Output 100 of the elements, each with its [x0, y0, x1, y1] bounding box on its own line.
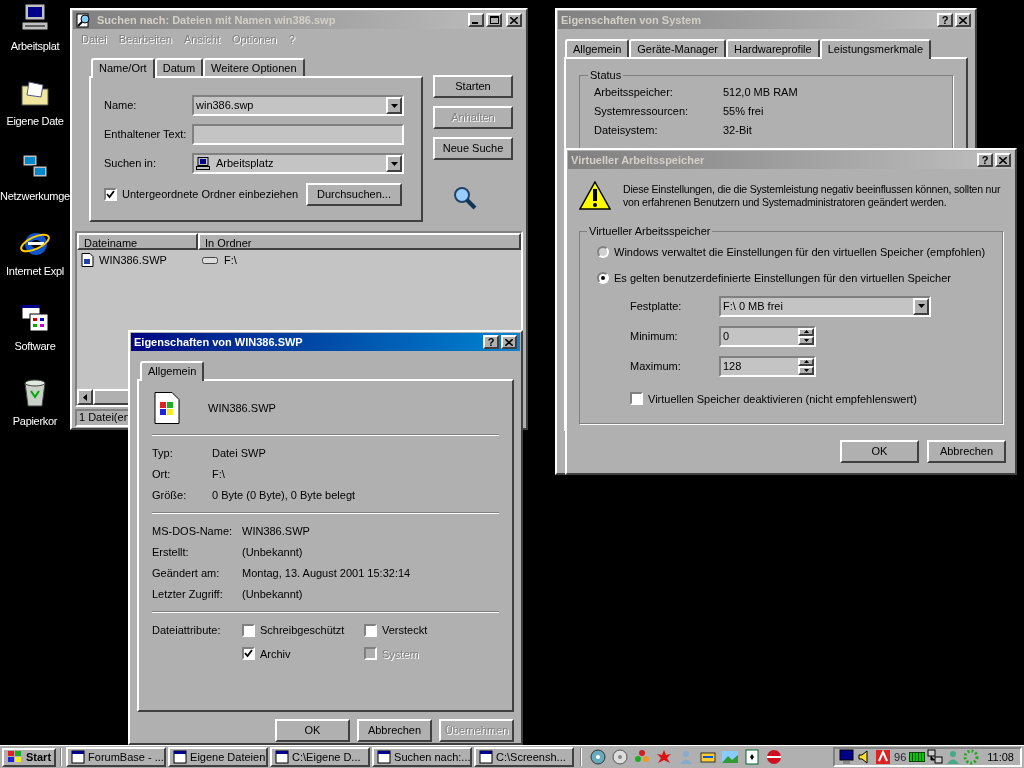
start-button[interactable]: Start: [2, 747, 57, 767]
tab[interactable]: Weitere Optionen: [203, 58, 305, 76]
window-title: Eigenschaften von WIN386.SWP: [134, 334, 304, 350]
close-button[interactable]: [506, 13, 522, 27]
tray-label: 96: [893, 749, 908, 765]
field-value: 55% frei: [723, 103, 765, 119]
minimize-button[interactable]: [468, 13, 484, 27]
help-button[interactable]: ?: [937, 13, 953, 27]
field-value: 512,0 MB RAM: [723, 84, 799, 100]
dialog-button[interactable]: OK: [275, 719, 350, 742]
window-icon: [377, 750, 392, 764]
control-panel-icon[interactable]: [19, 302, 51, 334]
checkbox-label[interactable]: Virtuellen Speicher deaktivieren (nicht empfehlenswert): [648, 390, 917, 407]
tab[interactable]: Hardwareprofile: [726, 39, 820, 57]
field-label: Ort:: [152, 467, 172, 482]
help-button[interactable]: ?: [483, 335, 499, 349]
dialog-button[interactable]: Neue Suche: [433, 137, 513, 160]
taskbar-button[interactable]: ForumBase - ...: [66, 747, 167, 767]
disk-combobox[interactable]: F:\ 0 MB frei: [719, 295, 931, 317]
field-label: Dateiattribute:: [152, 623, 222, 638]
desktop-icon-label[interactable]: Internet Expl: [6, 263, 64, 280]
dialog-button[interactable]: OK: [840, 440, 919, 463]
radio-label[interactable]: Es gelten benutzerdefinierte Einstellungen für den virtuellen Speicher: [614, 270, 951, 287]
checkbox[interactable]: [242, 647, 255, 661]
desktop-icon-label[interactable]: Netzwerkumge: [0, 188, 70, 205]
tab[interactable]: Allgemein: [565, 39, 630, 57]
column-header[interactable]: In Ordner: [198, 233, 521, 250]
dropdown-button[interactable]: [913, 297, 929, 315]
checkbox-label[interactable]: Schreibgeschützt: [260, 622, 345, 639]
checkbox[interactable]: [242, 623, 255, 637]
dialog-button[interactable]: Abbrechen: [927, 440, 1006, 463]
field-value: Datei SWP: [212, 446, 267, 461]
dialog-button[interactable]: Starten: [433, 75, 513, 98]
dropdown-arrow-icon: [390, 103, 398, 108]
field-label: Größe:: [152, 488, 188, 503]
field-value: F:\: [212, 467, 226, 482]
help-button[interactable]: ?: [977, 153, 993, 167]
group-label: Virtueller Arbeitsspeicher: [588, 224, 712, 239]
file-icon: [154, 392, 180, 424]
checkbox-label[interactable]: Archiv: [260, 645, 291, 662]
location-combobox[interactable]: Arbeitsplatz: [192, 153, 404, 174]
radio-button[interactable]: [597, 245, 609, 258]
desktop-icon-label[interactable]: Eigene Date: [6, 113, 64, 130]
checkbox[interactable]: [630, 392, 643, 406]
tab[interactable]: Datum: [154, 58, 204, 76]
file-name[interactable]: WIN386.SWP: [99, 251, 167, 269]
dialog-button[interactable]: Durchsuchen...: [306, 183, 402, 206]
group-label: Status: [589, 68, 623, 83]
monitor-icon[interactable]: [839, 749, 856, 765]
file-icon: [81, 253, 95, 267]
field-label: Arbeitsspeicher:: [594, 84, 674, 100]
network-icon[interactable]: [927, 749, 944, 765]
checkbox-label[interactable]: Untergeordnete Ordner einbeziehen: [122, 186, 299, 203]
meter-icon[interactable]: [909, 749, 926, 765]
letter-tile-icon[interactable]: [875, 749, 892, 765]
desktop-icon-label[interactable]: Papierkor: [12, 413, 58, 430]
tab[interactable]: Name/Ort: [91, 58, 155, 78]
maximize-button[interactable]: [486, 13, 502, 27]
ball-icon[interactable]: [766, 749, 783, 765]
cards-icon[interactable]: [744, 749, 761, 765]
close-button[interactable]: [501, 335, 517, 349]
radio-label[interactable]: Windows verwaltet die Einstellungen für den virtuellen Speicher (empfohlen): [614, 243, 986, 260]
left-arrow-icon: [83, 393, 87, 401]
disc-icon[interactable]: [590, 749, 607, 765]
checkbox[interactable]: [364, 623, 377, 637]
checkbox-label[interactable]: Versteckt: [382, 622, 428, 639]
desktop-icon-label[interactable]: Arbeitsplat: [10, 38, 60, 55]
field-label: MS-DOS-Name:: [152, 524, 234, 539]
radio-button[interactable]: [597, 272, 609, 285]
text-field[interactable]: [192, 124, 404, 145]
dropdown-button[interactable]: [386, 155, 402, 172]
dropdown-button[interactable]: [386, 97, 402, 114]
field-label: Suchen in:: [104, 156, 157, 172]
taskbar-button[interactable]: C:\Screensh...: [474, 747, 575, 767]
minimum-spinbox[interactable]: 0: [719, 325, 816, 347]
cd-icon[interactable]: [612, 749, 629, 765]
taskbar-button[interactable]: Suchen nach:...: [372, 747, 473, 767]
scroll-left-button[interactable]: [77, 389, 93, 405]
tab[interactable]: Geräte-Manager: [629, 39, 727, 57]
column-header[interactable]: Dateiname: [77, 233, 198, 250]
taskbar-button[interactable]: C:\Eigene D...: [270, 747, 371, 767]
field-label: Minimum:: [630, 328, 679, 344]
dialog-button[interactable]: Abbrechen: [357, 719, 432, 742]
maximum-spinbox[interactable]: 128: [719, 355, 816, 377]
desktop-icon-label[interactable]: Software: [14, 338, 56, 355]
tab[interactable]: Leistungsmerkmale: [819, 39, 932, 59]
taskbar-button[interactable]: Eigene Dateien: [168, 747, 269, 767]
field-label: Dateisystem:: [594, 122, 659, 138]
field-value: 32-Bit: [723, 122, 753, 138]
tab[interactable]: Allgemein: [140, 361, 205, 381]
name-combobox[interactable]: win386.swp: [192, 95, 404, 116]
close-icon: [959, 16, 967, 24]
window-title: Eigenschaften von System: [561, 12, 702, 28]
close-button[interactable]: [955, 13, 971, 27]
field-label: Enthaltener Text:: [104, 127, 188, 143]
field-label: Maximum:: [630, 358, 682, 374]
field-value: WIN386.SWP: [242, 524, 311, 539]
folder-path: F:\: [224, 252, 237, 268]
checkbox[interactable]: [104, 188, 117, 201]
close-button[interactable]: [995, 153, 1011, 167]
